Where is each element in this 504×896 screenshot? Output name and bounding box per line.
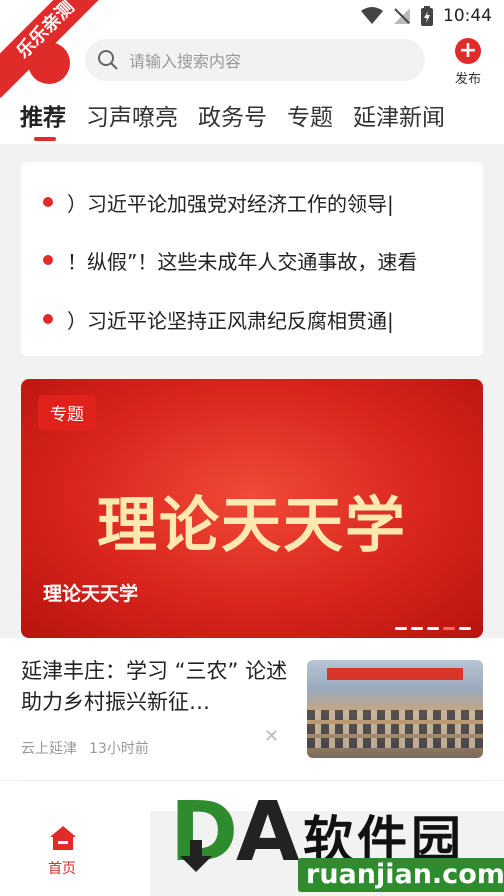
- tab-xisheng[interactable]: 习声嘹亮: [86, 88, 178, 144]
- watermark-logo: D A 软件园 ruanjian.com: [158, 790, 504, 896]
- tab-label: 习声嘹亮: [86, 105, 178, 131]
- download-arrow-icon: [180, 840, 212, 872]
- watermark-a: A: [236, 785, 300, 880]
- headline-item[interactable]: 纵假”！这些未成年人交通事故，速看！: [21, 240, 483, 280]
- bullet-icon: [43, 197, 53, 207]
- tab-special[interactable]: 专题: [287, 88, 333, 144]
- tab-government[interactable]: 政务号: [198, 88, 267, 144]
- bottom-nav: 首页: [0, 806, 150, 896]
- tab-label: 延津新闻: [353, 105, 445, 131]
- search-icon: [98, 50, 118, 70]
- news-meta: 云上延津 13小时前: [21, 738, 149, 758]
- carousel-indicator: [395, 627, 471, 630]
- featured-banner[interactable]: 专题 理论天天学 理论天天学: [21, 379, 483, 638]
- banner-tag: 专题: [38, 395, 96, 430]
- carousel-dot: [427, 627, 439, 630]
- tab-label: 政务号: [198, 105, 267, 131]
- news-source: 云上延津: [21, 741, 77, 757]
- home-icon: [50, 826, 76, 850]
- nav-home[interactable]: [48, 824, 78, 856]
- headline-text: 纵假”！这些未成年人交通事故，速看！: [67, 249, 418, 274]
- headline-item[interactable]: |习近平论坚持正风肃纪反腐相贯通（: [21, 299, 483, 339]
- search-placeholder: 请输入搜索内容: [129, 52, 242, 71]
- news-time: 13小时前: [89, 741, 149, 757]
- news-list-item[interactable]: 延津丰庄：学习 “三农” 论述 助力乡村振兴新征… 云上延津 13小时前 ✕: [0, 638, 504, 780]
- thumbnail-audience-row: [307, 724, 483, 734]
- tab-label: 专题: [287, 105, 333, 131]
- thumbnail-audience-row: [307, 738, 483, 748]
- news-title: 延津丰庄：学习 “三农” 论述 助力乡村振兴新征…: [21, 659, 288, 714]
- banner-headline: 理论天天学: [97, 491, 407, 561]
- close-icon[interactable]: ✕: [264, 726, 279, 747]
- search-bar[interactable]: 请输入搜索内容: [85, 39, 425, 81]
- header: 请输入搜索内容 + 发布: [0, 36, 504, 88]
- carousel-dot: [411, 627, 423, 630]
- headline-text: |习近平论加强党对经济工作的领导（: [67, 191, 394, 216]
- scrolling-headlines: |习近平论加强党对经济工作的领导（ 纵假”！这些未成年人交通事故，速看！ |习近…: [21, 162, 483, 356]
- news-thumbnail: [307, 660, 483, 758]
- status-time: 10:44: [443, 6, 492, 26]
- tab-yanjin-news[interactable]: 延津新闻: [353, 88, 445, 144]
- active-tab-indicator: [34, 137, 56, 141]
- publish-button[interactable]: + 发布: [448, 38, 488, 87]
- nav-home-label: 首页: [48, 861, 76, 877]
- carousel-dot: [443, 627, 455, 630]
- banner-caption: 理论天天学: [43, 583, 139, 605]
- status-icons: 10:44: [361, 6, 492, 26]
- wifi-icon: [361, 7, 383, 24]
- headline-item[interactable]: |习近平论加强党对经济工作的领导（: [21, 182, 483, 222]
- thumbnail-red-banner: [327, 668, 463, 680]
- bullet-icon: [43, 314, 53, 324]
- tab-recommend[interactable]: 推荐: [20, 88, 66, 144]
- headline-text: |习近平论坚持正风肃纪反腐相贯通（: [67, 308, 394, 333]
- watermark-url: ruanjian.com: [298, 858, 504, 892]
- no-signal-icon: [394, 8, 410, 24]
- plus-icon: +: [455, 38, 481, 64]
- carousel-dot: [395, 627, 407, 630]
- bullet-icon: [43, 255, 53, 265]
- category-tabs: 推荐 习声嘹亮 政务号 专题 延津新闻: [0, 88, 504, 144]
- publish-label: 发布: [454, 72, 481, 87]
- tab-label: 推荐: [20, 105, 66, 131]
- carousel-dot: [459, 627, 471, 630]
- battery-charging-icon: [421, 6, 433, 26]
- thumbnail-audience-row: [307, 710, 483, 720]
